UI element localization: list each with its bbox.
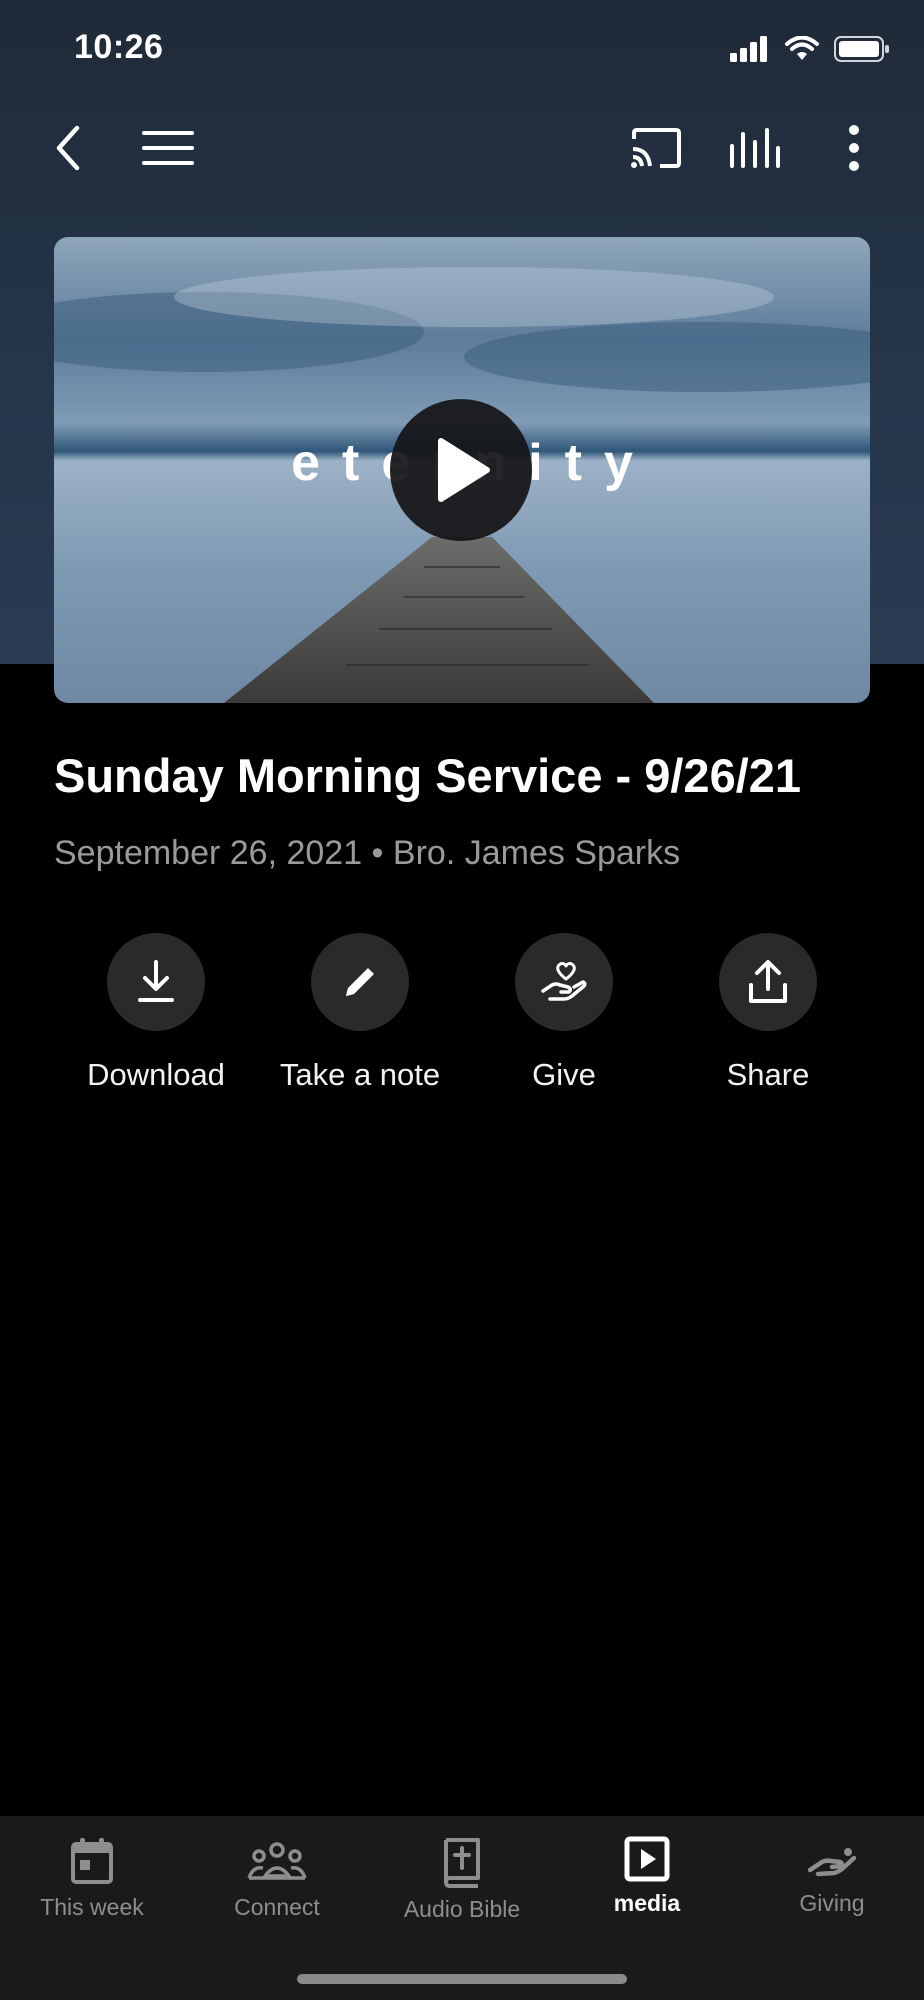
status-bar: 10:26 (0, 0, 924, 100)
share-icon (749, 960, 787, 1003)
media-title: Sunday Morning Service - 9/26/21 (54, 749, 802, 802)
take-note-button-circle[interactable] (311, 933, 409, 1031)
giving-hand-icon (807, 1848, 857, 1877)
cast-icon (631, 128, 681, 168)
take-note-button[interactable]: Take a note (258, 933, 462, 1093)
download-label: Download (87, 1057, 225, 1092)
bottom-tab-bar: This week Connect Audio Bible media Givi… (0, 1816, 924, 2000)
home-indicator (297, 1974, 627, 1984)
give-hand-heart-icon (541, 961, 587, 1001)
give-button-circle[interactable] (515, 933, 613, 1031)
tab-this-week-label: This week (40, 1894, 144, 1920)
status-time: 10:26 (74, 28, 164, 66)
people-icon (247, 1842, 307, 1880)
menu-button[interactable] (138, 118, 198, 178)
media-subtitle: September 26, 2021 • Bro. James Sparks (54, 834, 681, 872)
more-button[interactable] (824, 118, 884, 178)
cast-button[interactable] (626, 118, 686, 178)
action-row: Download Take a note Give Share (54, 933, 870, 1093)
share-label: Share (726, 1057, 810, 1092)
status-icons (730, 36, 890, 62)
battery-icon (834, 36, 889, 62)
tab-connect-label: Connect (234, 1894, 320, 1920)
tab-audio-bible[interactable]: Audio Bible (370, 1816, 554, 2000)
more-vertical-icon (849, 125, 859, 171)
hamburger-menu-icon (142, 131, 194, 165)
tab-media[interactable]: media (555, 1816, 739, 2000)
pencil-icon (346, 968, 374, 996)
play-icon (438, 438, 490, 502)
give-label: Give (532, 1057, 596, 1092)
media-thumbnail[interactable]: eternity (54, 237, 870, 703)
download-button[interactable]: Download (54, 933, 258, 1093)
download-icon (138, 960, 174, 1002)
audio-button[interactable] (725, 118, 785, 178)
take-note-label: Take a note (279, 1057, 441, 1092)
bible-icon (444, 1838, 480, 1888)
play-button[interactable] (390, 399, 532, 541)
tab-giving-label: Giving (799, 1890, 865, 1916)
wifi-icon (785, 36, 819, 60)
back-button[interactable] (38, 118, 98, 178)
play-square-icon (624, 1836, 670, 1882)
download-button-circle[interactable] (107, 933, 205, 1031)
give-button[interactable]: Give (462, 933, 666, 1093)
signal-icon (730, 36, 767, 62)
share-button[interactable]: Share (666, 933, 870, 1093)
chevron-left-icon (56, 125, 80, 171)
toolbar (0, 110, 924, 186)
tab-audio-bible-label: Audio Bible (403, 1896, 521, 1922)
share-button-circle[interactable] (719, 933, 817, 1031)
equalizer-icon (730, 128, 780, 168)
tab-giving[interactable]: Giving (740, 1816, 924, 2000)
tab-this-week[interactable]: This week (0, 1816, 184, 2000)
calendar-icon (71, 1838, 113, 1884)
tab-connect[interactable]: Connect (185, 1816, 369, 2000)
tab-media-label: media (613, 1890, 681, 1916)
